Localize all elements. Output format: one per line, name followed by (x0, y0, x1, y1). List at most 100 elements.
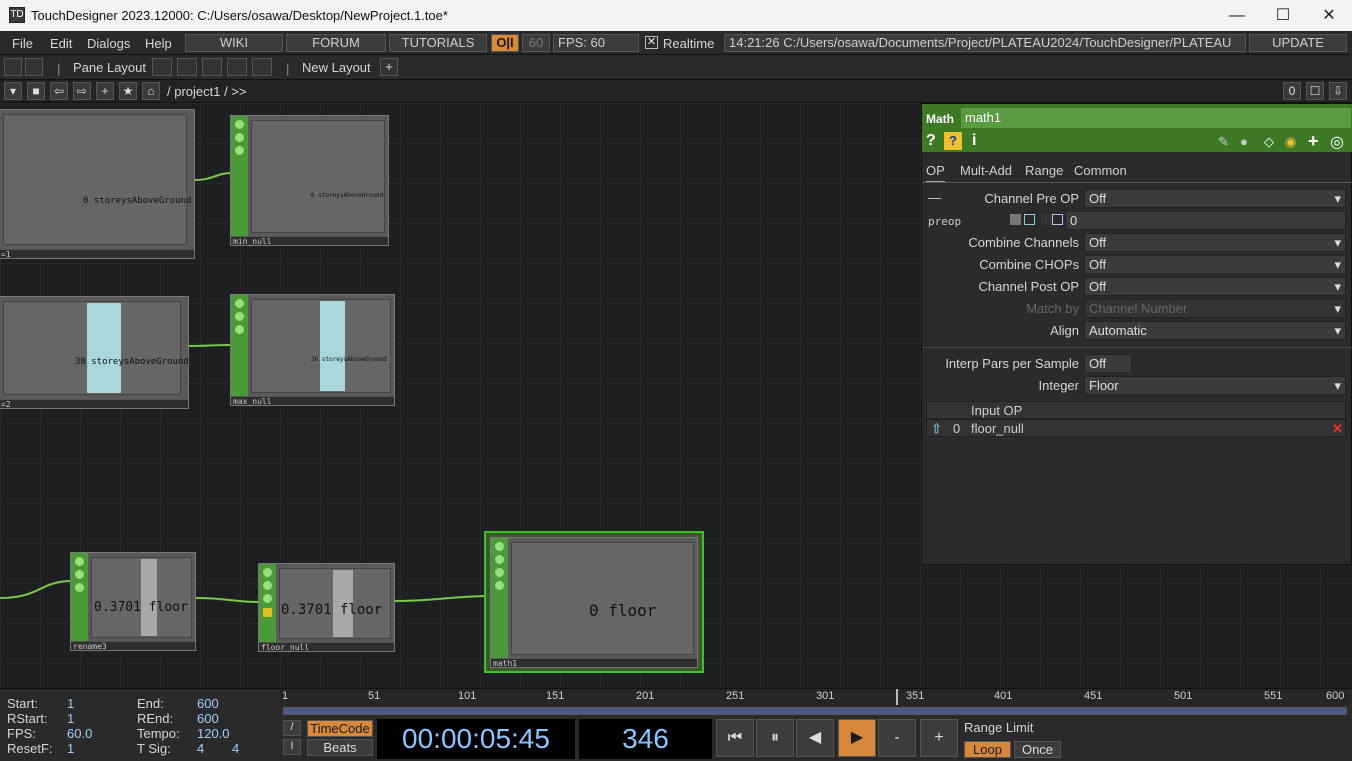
lock-icon[interactable] (495, 555, 504, 564)
node-name[interactable]: =2 (0, 399, 188, 409)
edit-icon[interactable]: ✎ (1218, 134, 1229, 150)
tutorials-button[interactable]: TUTORIALS (389, 34, 487, 52)
pause-icon[interactable]: ⏸ (756, 719, 794, 757)
clone-icon[interactable]: ◇ (1264, 134, 1274, 150)
i-button[interactable]: I (283, 739, 301, 755)
layout-split-horizontal-button[interactable] (202, 58, 222, 76)
add-icon[interactable]: + (1308, 131, 1319, 152)
stop-icon[interactable]: ■ (27, 82, 45, 100)
node-flag-strip[interactable] (231, 295, 248, 396)
update-button[interactable]: UPDATE (1249, 34, 1347, 52)
tab-op[interactable]: OP (926, 163, 945, 183)
realtime-checkbox[interactable]: ✕ (645, 36, 658, 49)
align-select[interactable]: Automatic (1084, 321, 1346, 340)
menu-file[interactable]: File (12, 36, 33, 51)
menu-edit[interactable]: Edit (50, 36, 72, 51)
step-forward-button[interactable]: + (920, 719, 958, 757)
viewer-toggle-icon[interactable] (235, 299, 244, 308)
back-icon[interactable]: ⇦ (50, 82, 68, 100)
play-icon[interactable]: ▶ (838, 719, 876, 757)
pane-image-icon[interactable] (4, 58, 22, 76)
timecode-display[interactable]: 00:00:05:45 (377, 719, 575, 759)
timeline-scrollbar[interactable] (283, 707, 1347, 715)
playhead[interactable] (896, 689, 898, 705)
node-flag-strip[interactable] (71, 553, 88, 641)
combine-channels-select[interactable]: Off (1084, 233, 1346, 252)
rstart-value[interactable]: 1 (67, 711, 74, 726)
comment-icon[interactable]: ● (1240, 134, 1248, 149)
drag-icon[interactable]: ⇧ (931, 421, 942, 437)
chop-node-top-b[interactable]: 38 storeysAboveGround =2 (0, 296, 189, 409)
op-name-field[interactable]: math1 (961, 108, 1351, 128)
wiki-button[interactable]: WIKI (185, 34, 283, 52)
cook-flag-icon[interactable] (263, 608, 272, 617)
layout-three-button[interactable] (227, 58, 247, 76)
menu-help[interactable]: Help (145, 36, 172, 51)
layout-single-button[interactable] (152, 58, 172, 76)
slash-button[interactable]: / (283, 720, 301, 736)
minimize-button[interactable]: — (1214, 0, 1260, 31)
python-icon[interactable]: ◉ (1285, 134, 1296, 150)
bypass-icon[interactable] (263, 594, 272, 603)
node-name[interactable]: floor_null (259, 642, 394, 652)
node-flag-strip[interactable] (231, 116, 248, 236)
viewer-toggle-icon[interactable] (263, 568, 272, 577)
timeline-ruler[interactable]: 1 51 101 151 201 251 301 351 401 451 501… (280, 689, 1350, 705)
node-flag-strip[interactable] (259, 564, 276, 642)
channel-pre-op-select[interactable]: Off (1084, 189, 1346, 208)
viewer-toggle-icon[interactable] (235, 120, 244, 129)
menu-dialogs[interactable]: Dialogs (87, 36, 130, 51)
node-flag-strip[interactable] (491, 538, 508, 658)
reverse-play-icon[interactable]: ◀ (796, 719, 834, 757)
end-value[interactable]: 600 (197, 696, 219, 711)
chop-node-rename3[interactable]: 0.3701 floor rename3 (70, 552, 196, 651)
network-path[interactable]: / project1 / >> (167, 84, 247, 99)
add-op-icon[interactable]: + (96, 82, 114, 100)
fps-value[interactable]: 60.0 (67, 726, 92, 741)
collapse-icon[interactable]: ▾ (4, 82, 22, 100)
combine-chops-select[interactable]: Off (1084, 255, 1346, 274)
viewer-toggle-icon[interactable] (75, 557, 84, 566)
tab-mult-add[interactable]: Mult-Add (960, 163, 1012, 178)
rend-value[interactable]: 600 (197, 711, 219, 726)
chop-node-top-a[interactable]: 0 storeysAboveGround =1 (0, 109, 195, 259)
swatch-icon[interactable] (1024, 214, 1035, 225)
lock-icon[interactable] (235, 133, 244, 142)
node-name[interactable]: rename3 (71, 641, 195, 651)
once-toggle[interactable]: Once (1014, 741, 1061, 758)
viewer-toggle-icon[interactable] (495, 542, 504, 551)
frame-display[interactable]: 346 (579, 719, 712, 759)
input-op-field[interactable]: floor_null (971, 421, 1024, 436)
favorite-icon[interactable]: ★ (119, 82, 137, 100)
integer-select[interactable]: Floor (1084, 376, 1346, 395)
lock-icon[interactable] (263, 581, 272, 590)
target-icon[interactable]: ◎ (1330, 132, 1344, 152)
node-name[interactable]: =1 (0, 249, 194, 259)
bypass-icon[interactable] (235, 325, 244, 334)
download-icon[interactable]: ⇩ (1329, 82, 1347, 100)
preop-field[interactable]: 0 (1065, 211, 1346, 230)
node-name[interactable]: max_null (231, 396, 394, 406)
bypass-icon[interactable] (235, 146, 244, 155)
home-icon[interactable]: ⌂ (142, 82, 160, 100)
lock-icon[interactable] (75, 570, 84, 579)
info-icon[interactable]: i (972, 132, 976, 150)
tempo-value[interactable]: 120.0 (197, 726, 230, 741)
resetf-value[interactable]: 1 (67, 741, 74, 756)
rewind-icon[interactable]: ⏮ (716, 719, 754, 757)
remove-input-icon[interactable]: ✕ (1332, 421, 1343, 437)
chop-node-min-null[interactable]: 0 storeysAboveGround min_null (230, 115, 389, 246)
interp-toggle[interactable]: Off (1084, 354, 1132, 373)
lock-icon[interactable] (235, 312, 244, 321)
chop-node-math1[interactable]: 0 floor math1 (490, 537, 698, 668)
bypass-icon[interactable] (75, 583, 84, 592)
swatch-icon[interactable] (1010, 214, 1021, 225)
start-value[interactable]: 1 (67, 696, 74, 711)
loop-toggle[interactable]: Loop (964, 741, 1011, 758)
tab-range[interactable]: Range (1025, 163, 1063, 178)
add-layout-button[interactable]: + (380, 58, 398, 76)
anchor-icon[interactable] (25, 58, 43, 76)
python-help-icon[interactable]: ? (944, 132, 962, 150)
tsig-b-value[interactable]: 4 (232, 741, 239, 756)
beats-toggle[interactable]: Beats (307, 739, 373, 756)
